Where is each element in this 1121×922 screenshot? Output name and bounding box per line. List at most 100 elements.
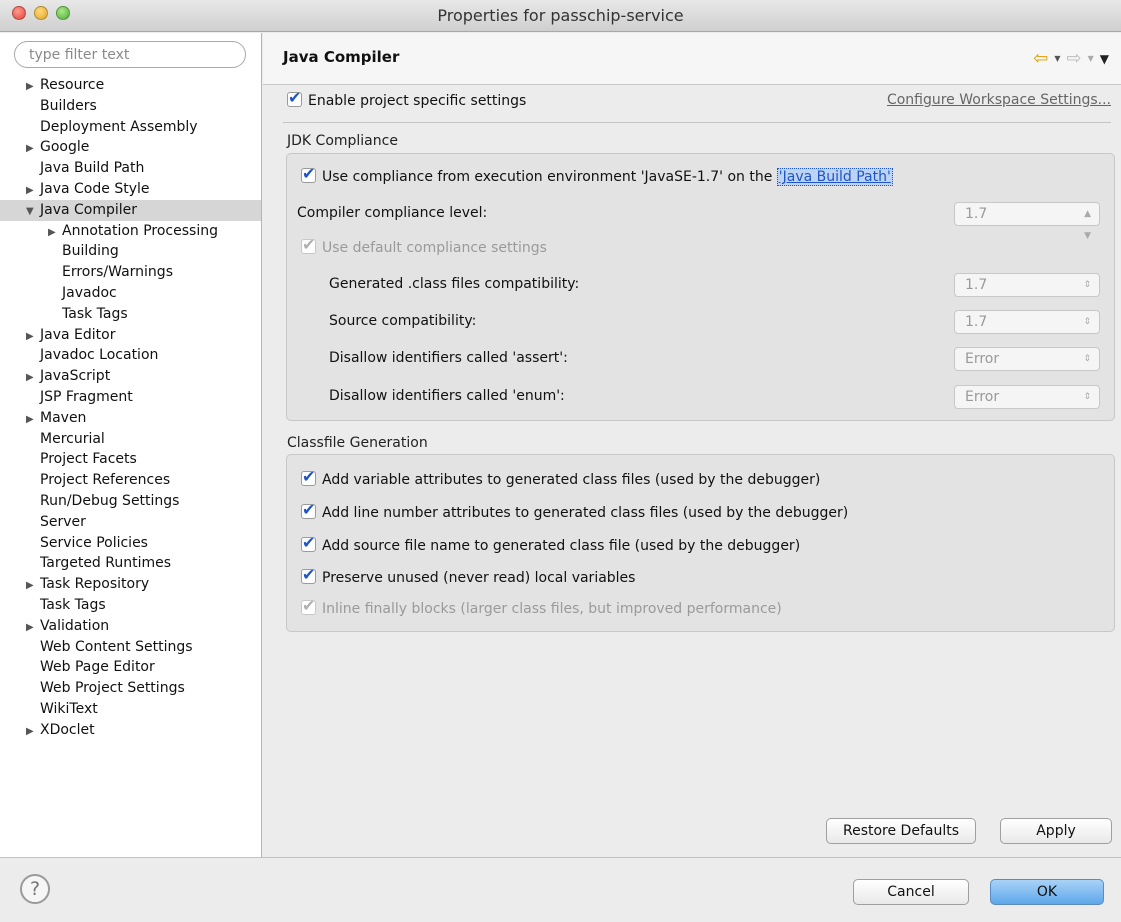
- collapsed-triangle-icon[interactable]: ▶: [48, 223, 62, 244]
- ok-button[interactable]: OK: [990, 879, 1104, 905]
- disallow-enum-value: Error: [965, 389, 1000, 405]
- tree-item[interactable]: Project Facets: [0, 449, 261, 470]
- tree-item[interactable]: ▶ Java Code Style: [0, 179, 261, 200]
- filter-input[interactable]: [14, 41, 246, 68]
- collapsed-triangle-icon[interactable]: ▶: [26, 181, 40, 202]
- restore-defaults-button[interactable]: Restore Defaults: [826, 818, 976, 844]
- generated-class-compatibility-select[interactable]: 1.7 ⇕: [954, 273, 1100, 297]
- classfile-generation-group: Add variable attributes to generated cla…: [286, 454, 1115, 632]
- configure-workspace-settings-link[interactable]: Configure Workspace Settings...: [887, 92, 1111, 108]
- tree-item[interactable]: Run/Debug Settings: [0, 491, 261, 512]
- tree-item-label: Errors/Warnings: [62, 264, 173, 281]
- tree-item[interactable]: Java Build Path: [0, 158, 261, 179]
- tree-item[interactable]: Javadoc: [0, 283, 261, 304]
- compiler-compliance-level-select[interactable]: 1.7 ▲ ▼: [954, 202, 1100, 241]
- tree-item-label: Java Build Path: [40, 160, 145, 177]
- preserve-unused-locals-checkbox[interactable]: Preserve unused (never read) local varia…: [301, 565, 636, 586]
- checkbox-checked-icon[interactable]: [301, 565, 316, 584]
- tree-item[interactable]: ▶ Annotation Processing: [0, 221, 261, 242]
- inline-finally-blocks-checkbox[interactable]: Inline finally blocks (larger class file…: [301, 596, 782, 617]
- tree-item[interactable]: ▶ Validation: [0, 616, 261, 637]
- tree-item[interactable]: WikiText: [0, 699, 261, 720]
- cancel-button[interactable]: Cancel: [853, 879, 969, 905]
- collapsed-triangle-icon[interactable]: ▶: [26, 410, 40, 431]
- disallow-enum-select[interactable]: Error ⇕: [954, 385, 1100, 409]
- dialog-footer: ? Cancel OK: [0, 857, 1121, 922]
- view-menu-icon[interactable]: ▼: [1100, 51, 1109, 67]
- apply-button[interactable]: Apply: [1000, 818, 1112, 844]
- tree-item[interactable]: Web Content Settings: [0, 637, 261, 658]
- checkbox-checked-icon[interactable]: [301, 467, 316, 486]
- tree-item[interactable]: Project References: [0, 470, 261, 491]
- tree-item[interactable]: Targeted Runtimes: [0, 553, 261, 574]
- generated-class-compatibility-label: Generated .class files compatibility:: [329, 276, 580, 292]
- tree-item[interactable]: ▶ XDoclet: [0, 720, 261, 741]
- forward-history-dropdown-icon[interactable]: ▼: [1088, 51, 1094, 67]
- compiler-compliance-level-value: 1.7: [965, 206, 988, 222]
- help-icon[interactable]: ?: [20, 874, 50, 904]
- tree-item[interactable]: ▶ Maven: [0, 408, 261, 429]
- disallow-assert-label: Disallow identifiers called 'assert':: [329, 350, 568, 366]
- tree-item[interactable]: Building: [0, 241, 261, 262]
- tree-item[interactable]: JSP Fragment: [0, 387, 261, 408]
- back-history-dropdown-icon[interactable]: ▼: [1054, 51, 1060, 67]
- tree-item[interactable]: ▶ Task Repository: [0, 574, 261, 595]
- add-source-file-name-checkbox[interactable]: Add source file name to generated class …: [301, 533, 800, 554]
- checkbox-checked-icon[interactable]: [287, 88, 302, 107]
- add-line-number-attributes-checkbox[interactable]: Add line number attributes to generated …: [301, 500, 849, 521]
- collapsed-triangle-icon[interactable]: ▶: [26, 77, 40, 98]
- select-arrows-icon: ⇕: [1083, 280, 1091, 290]
- collapsed-triangle-icon[interactable]: ▶: [26, 722, 40, 743]
- collapsed-triangle-icon[interactable]: ▶: [26, 368, 40, 389]
- forward-arrow-icon[interactable]: ⇨: [1067, 50, 1082, 68]
- tree-item-label: Task Tags: [40, 596, 106, 613]
- java-build-path-link[interactable]: 'Java Build Path': [776, 168, 893, 186]
- preserve-unused-locals-label: Preserve unused (never read) local varia…: [322, 570, 636, 586]
- collapsed-triangle-icon[interactable]: ▶: [26, 139, 40, 160]
- collapsed-triangle-icon[interactable]: ▶: [26, 327, 40, 348]
- back-arrow-icon[interactable]: ⇦: [1033, 50, 1048, 68]
- tree-item[interactable]: ▶ JavaScript: [0, 366, 261, 387]
- use-default-compliance-checkbox[interactable]: Use default compliance settings: [301, 235, 547, 256]
- collapsed-triangle-icon[interactable]: ▶: [26, 576, 40, 597]
- tree-item-label: Project References: [40, 472, 171, 489]
- tree-item[interactable]: ▶ Google: [0, 137, 261, 158]
- tree-item-label: Server: [40, 513, 86, 530]
- checkbox-checked-icon[interactable]: [301, 235, 316, 254]
- checkbox-checked-icon[interactable]: [301, 533, 316, 552]
- tree-item[interactable]: Web Page Editor: [0, 657, 261, 678]
- expanded-triangle-icon[interactable]: ▼: [26, 202, 40, 223]
- tree-item[interactable]: Server: [0, 512, 261, 533]
- tree-item-label: Google: [40, 139, 90, 156]
- checkbox-checked-icon[interactable]: [301, 596, 316, 615]
- tree-item[interactable]: Deployment Assembly: [0, 117, 261, 138]
- tree-item[interactable]: Service Policies: [0, 533, 261, 554]
- tree-item[interactable]: Errors/Warnings: [0, 262, 261, 283]
- tree-item[interactable]: Task Tags: [0, 304, 261, 325]
- use-compliance-from-environment-checkbox[interactable]: Use compliance from execution environmen…: [301, 164, 893, 186]
- jdk-compliance-group-label: JDK Compliance: [287, 133, 398, 149]
- window-title: Properties for passchip-service: [437, 6, 684, 25]
- tree-item-label: Maven: [40, 409, 87, 426]
- separator: [283, 122, 1111, 123]
- tree-item[interactable]: Web Project Settings: [0, 678, 261, 699]
- tree-item-label: JavaScript: [40, 368, 111, 385]
- checkbox-checked-icon[interactable]: [301, 500, 316, 519]
- source-compatibility-value: 1.7: [965, 314, 988, 330]
- tree-item[interactable]: Builders: [0, 96, 261, 117]
- tree-item-label: Project Facets: [40, 451, 137, 468]
- checkbox-checked-icon[interactable]: [301, 164, 316, 183]
- disallow-assert-select[interactable]: Error ⇕: [954, 347, 1100, 371]
- tree-item[interactable]: Javadoc Location: [0, 345, 261, 366]
- enable-project-settings-checkbox[interactable]: Enable project specific settings: [287, 88, 526, 109]
- add-line-number-attributes-label: Add line number attributes to generated …: [322, 505, 849, 521]
- tree-item[interactable]: Mercurial: [0, 429, 261, 450]
- tree-item[interactable]: ▼ Java Compiler: [0, 199, 261, 223]
- tree-item[interactable]: ▶ Resource: [0, 75, 261, 96]
- collapsed-triangle-icon[interactable]: ▶: [26, 618, 40, 639]
- tree-item[interactable]: Task Tags: [0, 595, 261, 616]
- tree-item[interactable]: ▶ Java Editor: [0, 325, 261, 346]
- add-variable-attributes-label: Add variable attributes to generated cla…: [322, 472, 821, 488]
- source-compatibility-select[interactable]: 1.7 ⇕: [954, 310, 1100, 334]
- add-variable-attributes-checkbox[interactable]: Add variable attributes to generated cla…: [301, 467, 821, 488]
